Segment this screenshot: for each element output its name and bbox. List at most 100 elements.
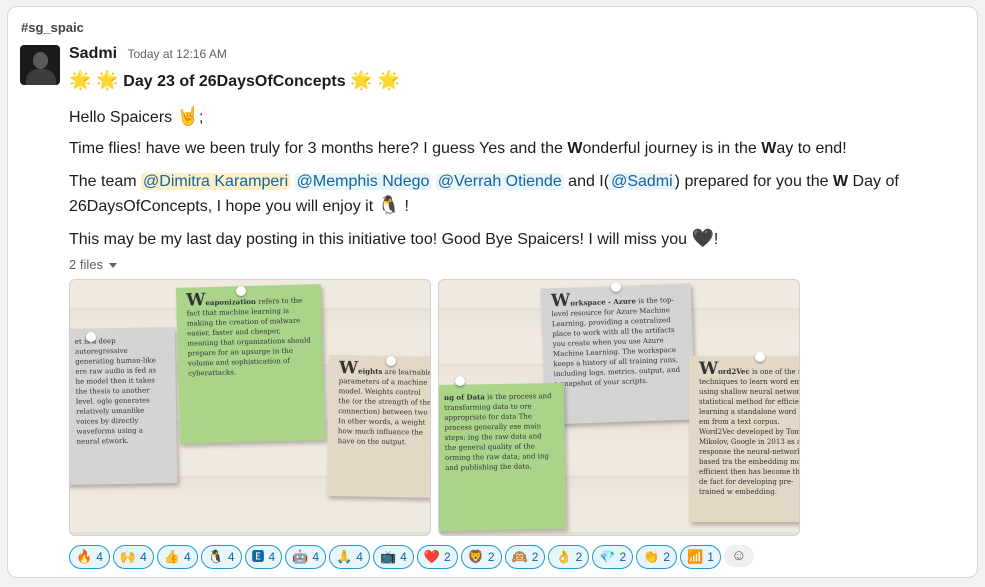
robot-icon: 🤖 [292,549,309,564]
star-emoji-left: 🌟 🌟 [69,70,119,90]
reaction-count: 2 [619,550,627,564]
pin-icon [236,286,246,296]
p2-text-b: and I( [563,173,610,190]
p1-text-c: ay to end! [776,140,847,157]
note-text: et is a deep autoregressive generating h… [74,337,157,446]
p3-end: ! [713,231,719,248]
sticky-note-green: ng of Data is the process and transformi… [439,382,567,532]
reaction-count: 2 [575,550,583,564]
star-emoji-right: 🌟 🌟 [350,70,400,90]
note-initial: W [550,290,571,312]
reaction-count: 1 [707,550,714,564]
note-text: is the process and transforming data to … [444,392,552,472]
reaction-count: 2 [663,550,671,564]
reaction-tv[interactable]: 📺 4 [372,545,414,569]
reaction-fire[interactable]: 🔥 4 [69,545,110,569]
reaction-count: 4 [96,550,103,564]
note-initial: W [338,358,359,379]
paragraph-1: Time flies! have we been truly for 3 mon… [69,137,847,160]
note-text: are learnable parameters of a machine mo… [337,367,431,447]
raised-hands-icon: 🙌 [119,549,137,564]
reaction-count: 2 [531,550,539,564]
clap-icon: 👏 [643,549,660,564]
paragraph-2-line-2: 26DaysOfConcepts, I hope you will enjoy … [69,194,409,218]
reaction-penguin[interactable]: 🐧 4 [200,545,242,569]
reaction-count: 2 [444,550,451,564]
black-heart-emoji: 🖤 [691,228,714,248]
p1-text-a: Time flies! have we been truly for 3 mon… [69,140,568,157]
reaction-count: 4 [183,550,191,564]
note-title: eights [357,366,383,376]
thumbsup-icon: 👍 [163,549,180,564]
note-title: orkspace - Azure [570,296,637,308]
reaction-heart[interactable]: ❤️ 2 [416,545,458,569]
reaction-monkey[interactable]: 🙉 2 [504,545,546,569]
greeting-line: Hello Spaicers 🤘; [69,105,203,129]
signal-icon: 📶 [687,549,704,564]
sticky-note-beige: Word2Vec is one of the m techniques to l… [689,356,800,522]
message-header: Sadmi Today at 12:16 AM [69,43,959,65]
p2-text-d: Day of [848,173,899,190]
files-toggle[interactable]: 2 files [69,257,117,272]
reaction-gem[interactable]: 💎 2 [592,545,634,569]
p2-line2-text: 26DaysOfConcepts, I hope you will enjoy … [69,198,374,215]
p1-text-b: onderful journey is in the [582,140,762,157]
p2-text-c: ) prepared for you the [674,173,833,190]
author-name[interactable]: Sadmi [69,45,117,62]
channel-name[interactable]: #sg_spaic [21,20,84,35]
fire-icon: 🔥 [76,549,93,564]
greeting-text: Hello Spaicers [69,109,173,126]
attachment-image-2[interactable]: Workspace - Azure is the top-level resou… [438,279,800,536]
reaction-ok-hand[interactable]: 👌 2 [548,545,590,569]
paragraph-2-line-1: The team @Dimitra Karamperi @Memphis Nde… [69,170,899,193]
reaction-raised-hands[interactable]: 🙌 4 [112,545,154,569]
mention-sadmi[interactable]: @Sadmi [609,173,675,190]
reaction-thank-you[interactable]: 🙏 4 [329,545,370,569]
mention-verrah[interactable]: @Verrah Otiende [435,173,564,190]
note-initial: W [186,290,206,311]
pin-icon [611,282,621,292]
thank-you-icon: 🙏 [336,549,353,564]
timestamp[interactable]: Today at 12:16 AM [127,47,226,61]
p1-bold-w1: W [567,140,583,157]
ok-hand-icon: 👌 [555,549,572,564]
rock-hand-emoji: 🤘 [176,106,200,126]
reaction-thumbsup[interactable]: 👍 4 [156,545,198,569]
note-title: ord2Vec [718,367,750,376]
reaction-letter-e[interactable]: 🅴 4 [244,545,283,569]
avatar[interactable] [20,45,60,85]
reaction-lion[interactable]: 🦁 2 [460,545,502,569]
message-card: #sg_spaic Sadmi Today at 12:16 AM 🌟 🌟 Da… [7,6,978,578]
letter-e-icon: 🅴 [251,549,265,564]
reaction-count: 4 [356,550,363,564]
p2-text-a: The team [69,173,142,190]
p1-bold-w2: W [761,140,777,157]
post-title: Day 23 of 26DaysOfConcepts [123,73,346,90]
attachment-image-1[interactable]: et is a deep autoregressive generating h… [69,279,431,536]
reaction-count: 4 [312,550,320,564]
title-line: 🌟 🌟 Day 23 of 26DaysOfConcepts 🌟 🌟 [69,69,400,93]
gem-icon: 💎 [599,549,616,564]
p2-end: ! [404,198,409,215]
sticky-note-gray: et is a deep autoregressive generating h… [70,327,178,485]
pin-icon [86,332,96,342]
mention-memphis[interactable]: @Memphis Ndego [294,173,432,190]
reaction-clap[interactable]: 👏 2 [636,545,678,569]
penguin-icon: 🐧 [207,549,224,564]
note-title: ng of Data [443,392,485,402]
pin-icon [386,356,396,366]
sticky-note-beige: Weights are learnable parameters of a ma… [326,355,431,498]
paragraph-3: This may be my last day posting in this … [69,227,718,251]
penguin-emoji: 🐧 [377,195,401,215]
note-text: is one of the m techniques to learn word… [699,368,800,496]
message-body: Sadmi Today at 12:16 AM 🌟 🌟 Day 23 of 26… [69,43,959,569]
reaction-robot[interactable]: 🤖 4 [285,545,327,569]
reaction-signal[interactable]: 📶 1 [680,545,721,569]
add-reaction-icon[interactable]: ☺ [723,545,754,567]
p3-text: This may be my last day posting in this … [69,231,688,248]
avatar-head-shape [33,52,48,69]
note-text: refers to the fact that machine learning… [186,296,311,378]
reactions-bar: 🔥 4 🙌 4 👍 4 🐧 4 🅴 4 🤖 4 🙏 4 📺 4 ❤️ 2 🦁 2 🙉 2 👌 2 💎 2 👏 2 📶 1 ☺ [69,545,754,569]
reaction-count: 4 [400,550,407,564]
mention-dimitra[interactable]: @Dimitra Karamperi [141,173,291,190]
